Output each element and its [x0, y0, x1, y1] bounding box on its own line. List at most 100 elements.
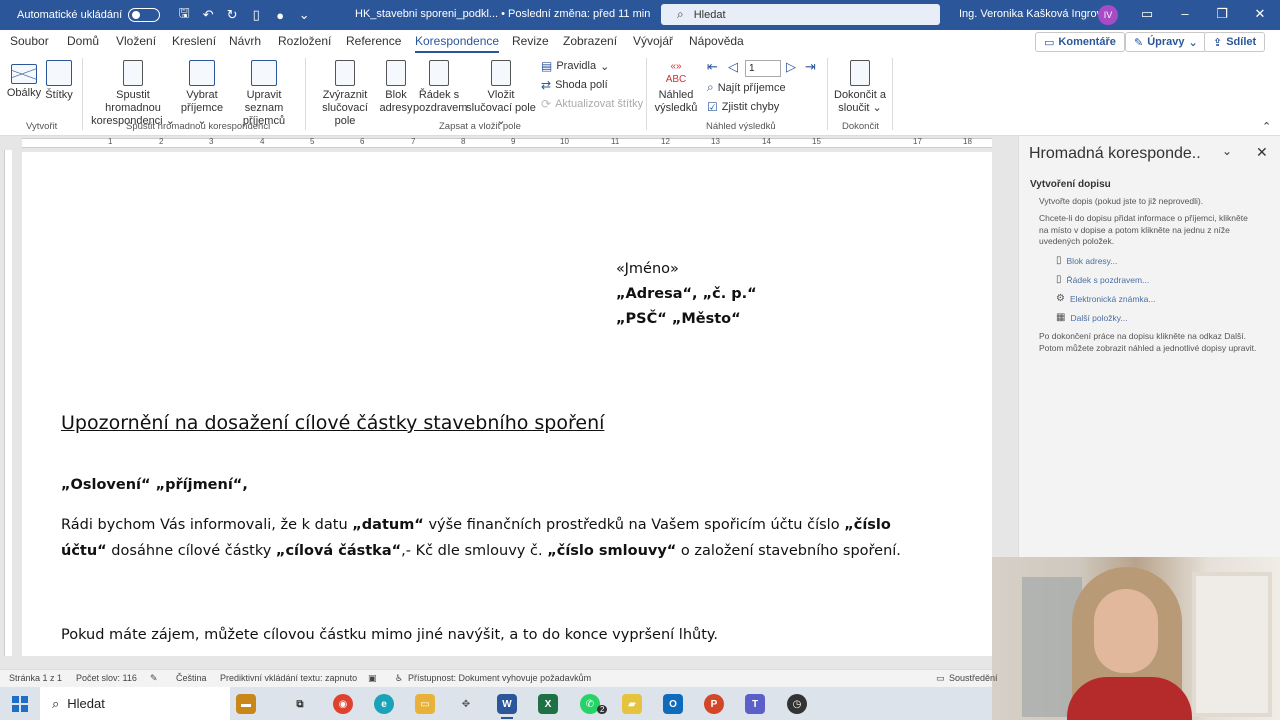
pane-options-chevron-icon[interactable]: ⌄	[1222, 144, 1232, 158]
circle-icon[interactable]: ●	[270, 5, 290, 25]
notes-icon[interactable]: ▰	[622, 694, 642, 714]
address-name-field[interactable]: «Jméno»	[616, 261, 679, 277]
autosave-toggle[interactable]	[128, 8, 161, 22]
tab-mailings[interactable]: Korespondence	[415, 34, 500, 53]
tab-design[interactable]: Návrh	[229, 34, 261, 48]
next-record-icon[interactable]: ▷	[786, 59, 796, 75]
avatar[interactable]: IV	[1098, 5, 1118, 25]
status-word-count[interactable]: Počet slov: 116	[76, 673, 137, 683]
start-mail-merge-button[interactable]: Spustit hromadnou korespondenci ⌄	[88, 60, 178, 128]
undo-icon[interactable]: ↶	[198, 5, 218, 25]
insert-field-label: Vložit slučovací pole	[466, 89, 536, 114]
tab-file[interactable]: Soubor	[10, 34, 49, 48]
autosave-control[interactable]: Automatické ukládání	[17, 8, 161, 22]
address-block-button[interactable]: Blok adresy	[379, 60, 413, 115]
accessibility-icon[interactable]: ♿	[395, 673, 403, 684]
edge-icon[interactable]: e	[374, 694, 394, 714]
ruler-number: 10	[560, 137, 569, 146]
find-recipient-button[interactable]: ⌕ Najít příjemce	[707, 80, 786, 95]
previous-record-icon[interactable]: ◁	[728, 59, 738, 75]
tab-insert[interactable]: Vložení	[116, 34, 156, 48]
status-accessibility[interactable]: Přístupnost: Dokument vyhovuje požadavků…	[408, 673, 591, 683]
finish-merge-button[interactable]: Dokončit a sloučit ⌄	[833, 60, 887, 115]
horizontal-ruler[interactable]: 1 2 3 4 5 6 7 8 9 10 11 12 13 14 15 17 1…	[0, 136, 1000, 150]
labels-button[interactable]: Štítky	[45, 60, 73, 102]
tab-help[interactable]: Nápověda	[689, 34, 744, 48]
address-city-field[interactable]: „PSČ“ „Město“	[616, 311, 741, 327]
pane-link-more-items[interactable]: ▦ Další položky...	[1056, 312, 1127, 323]
ribbon-tabs: Soubor Domů Vložení Kreslení Návrh Rozlo…	[0, 30, 1280, 54]
teams-icon[interactable]: T	[745, 694, 765, 714]
greeting-line-button[interactable]: Řádek s pozdravem	[413, 60, 467, 115]
share-button[interactable]: ⇪ Sdílet	[1204, 32, 1266, 52]
collapse-ribbon-icon[interactable]: ⌃	[1262, 120, 1271, 133]
vertical-ruler[interactable]	[0, 150, 14, 656]
record-number-input[interactable]: 1	[745, 60, 781, 77]
paragraph-2[interactable]: Pokud máte zájem, můžete cílovou částku …	[61, 622, 901, 648]
word-icon[interactable]: W	[497, 694, 517, 719]
file-explorer-icon[interactable]: ▭	[415, 694, 435, 714]
app-icon[interactable]: ✥	[456, 694, 476, 714]
update-labels-button[interactable]: ⟳ Aktualizovat štítky	[541, 97, 643, 111]
last-record-icon[interactable]: ⇥	[805, 59, 816, 75]
tab-draw[interactable]: Kreslení	[172, 34, 216, 48]
insert-merge-field-button[interactable]: Vložit slučovací pole ⌄	[465, 60, 537, 128]
highlight-merge-fields-button[interactable]: Zvýraznit slučovací pole	[311, 60, 379, 128]
restore-icon[interactable]: ❐	[1212, 6, 1232, 22]
close-icon[interactable]: ✕	[1250, 6, 1270, 22]
tab-view[interactable]: Zobrazení	[563, 34, 617, 48]
new-document-icon[interactable]: ▯	[246, 5, 266, 25]
paragraph-1[interactable]: Rádi bychom Vás informovali, že k datu „…	[61, 512, 901, 564]
document-icon: ▯	[1056, 255, 1062, 266]
taskbar-widget-icon[interactable]: ▬	[236, 694, 256, 714]
ribbon-display-icon[interactable]: ▭	[1137, 6, 1157, 22]
save-icon[interactable]: 🖫	[174, 5, 194, 25]
chrome-icon[interactable]: ◉	[333, 694, 353, 714]
focus-icon[interactable]: ▭	[936, 673, 945, 684]
windows-start-icon[interactable]	[12, 696, 28, 712]
document-page[interactable]: «Jméno» „Adresa“, „č. p.“ „PSČ“ „Město“ …	[22, 152, 992, 656]
ribbon-separator	[305, 58, 306, 130]
minimize-icon[interactable]: –	[1175, 6, 1195, 21]
excel-icon[interactable]: X	[538, 694, 558, 714]
tab-references[interactable]: Reference	[346, 34, 401, 48]
customize-quick-access-icon[interactable]: ⌄	[294, 5, 314, 25]
check-errors-button[interactable]: ☑ Zjistit chyby	[707, 100, 779, 114]
pane-link-electronic-postage[interactable]: ⚙ Elektronická známka...	[1056, 293, 1155, 304]
user-name[interactable]: Ing. Veronika Kašková Ingrová	[959, 8, 1108, 20]
powerpoint-icon[interactable]: P	[704, 694, 724, 714]
tab-layout[interactable]: Rozložení	[278, 34, 331, 48]
redo-icon[interactable]: ↻	[222, 5, 242, 25]
rules-button[interactable]: ▤ Pravidla ⌄	[541, 59, 609, 73]
edit-recipient-list-button[interactable]: Upravit seznam příjemců	[226, 60, 302, 128]
pane-close-icon[interactable]: ✕	[1256, 144, 1268, 161]
recorder-icon[interactable]: ◷	[787, 694, 807, 714]
match-fields-button[interactable]: ⇄ Shoda polí	[541, 78, 608, 92]
taskbar-search[interactable]: ⌕ Hledat	[40, 687, 230, 720]
status-focus[interactable]: Soustředění	[949, 673, 998, 683]
salutation[interactable]: „Oslovení“ „příjmení“,	[61, 477, 248, 493]
pane-link-greeting[interactable]: ▯ Řádek s pozdravem...	[1056, 274, 1149, 285]
outlook-icon[interactable]: O	[663, 694, 683, 714]
proofing-icon[interactable]: ✎	[150, 673, 158, 684]
preview-results-button[interactable]: «» ABC Náhled výsledků	[654, 60, 698, 115]
comments-button[interactable]: ▭ Komentáře	[1035, 32, 1125, 52]
letter-heading[interactable]: Upozornění na dosažení cílové částky sta…	[61, 412, 604, 434]
task-view-icon[interactable]: ⧉	[290, 694, 310, 714]
title-search-box[interactable]: ⌕ Hledat	[661, 4, 940, 25]
select-recipients-button[interactable]: Vybrat příjemce ⌄	[178, 60, 226, 128]
tab-review[interactable]: Revize	[512, 34, 549, 48]
status-page[interactable]: Stránka 1 z 1	[9, 673, 62, 683]
macro-icon[interactable]: ▣	[368, 673, 377, 684]
address-street-field[interactable]: „Adresa“, „č. p.“	[616, 286, 757, 302]
envelopes-button[interactable]: Obálky	[6, 60, 42, 100]
tab-home[interactable]: Domů	[67, 34, 99, 48]
editing-button[interactable]: ✎ Úpravy ⌄	[1125, 32, 1207, 52]
preview-abc-icon: «» ABC	[665, 61, 687, 85]
status-predictive[interactable]: Prediktivní vkládání textu: zapnuto	[220, 673, 357, 683]
first-record-icon[interactable]: ⇤	[707, 59, 718, 75]
pane-link-address-block[interactable]: ▯ Blok adresy...	[1056, 255, 1117, 266]
status-language[interactable]: Čeština	[176, 673, 207, 683]
document-title[interactable]: HK_stavebni sporeni_podkl... • Poslední …	[355, 8, 650, 20]
tab-developer[interactable]: Vývojář	[633, 34, 673, 48]
